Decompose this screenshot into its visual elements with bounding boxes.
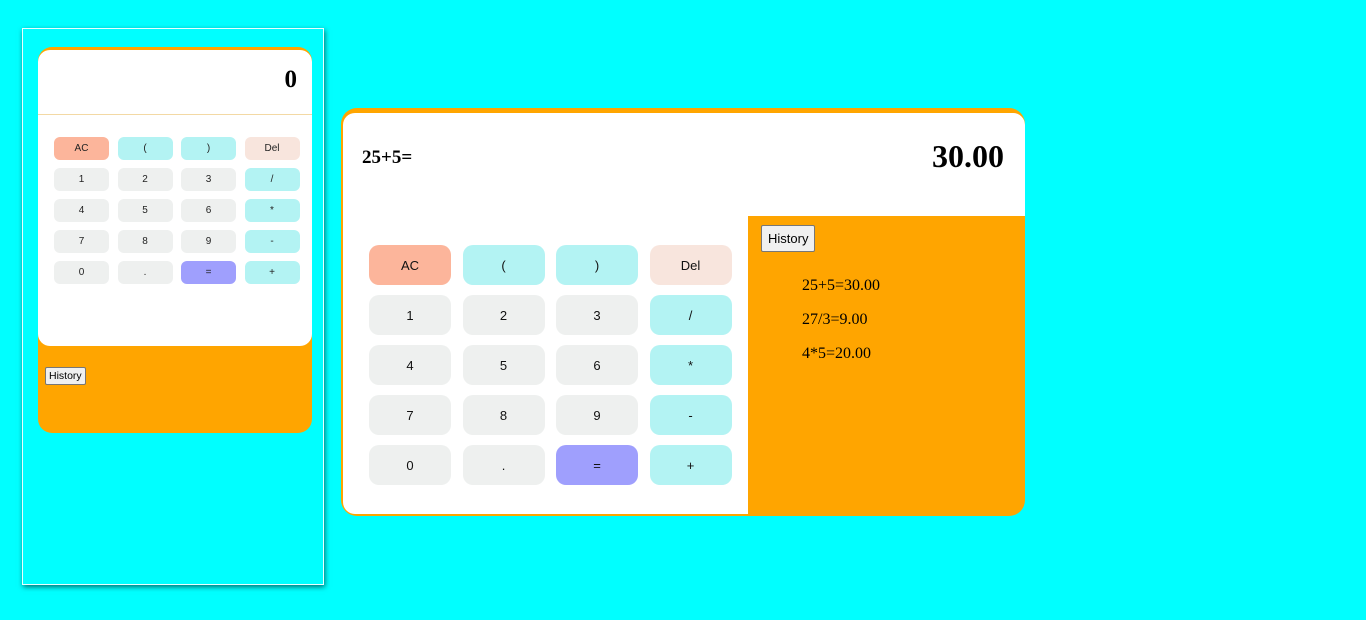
mobile-key-divide[interactable]: /: [244, 168, 300, 191]
mobile-key-1[interactable]: 1: [54, 168, 109, 191]
mobile-key-equals[interactable]: =: [181, 261, 236, 284]
key-open-paren[interactable]: (: [462, 245, 545, 285]
key-ac[interactable]: AC: [369, 245, 451, 285]
key-3[interactable]: 3: [556, 295, 638, 335]
mobile-key-2[interactable]: 2: [117, 168, 173, 191]
mobile-keypad: AC () Del 1 2 3 / 4 5 6 * 7 8 9- 0. = +: [54, 137, 300, 284]
mobile-key-0[interactable]: 0: [54, 261, 109, 284]
calculator: 25+5= 30.00 AC () Del 1 2 3 / 4 5 6 * 7 8 9- 0. = + Hist…: [341, 108, 1025, 516]
key-0[interactable]: 0: [369, 445, 451, 485]
key-7[interactable]: 7: [369, 395, 451, 435]
mobile-key-6[interactable]: 6: [181, 199, 236, 222]
mobile-key-minus[interactable]: -: [244, 230, 300, 253]
keypad: AC () Del 1 2 3 / 4 5 6 * 7 8 9- 0. = +: [343, 215, 748, 514]
key-decimal[interactable]: .: [462, 445, 545, 485]
key-1[interactable]: 1: [369, 295, 451, 335]
key-2[interactable]: 2: [462, 295, 545, 335]
result-display: 30.00: [932, 138, 1004, 174]
mobile-display: 0: [38, 50, 312, 115]
key-5[interactable]: 5: [462, 345, 545, 385]
mobile-key-multiply[interactable]: *: [244, 199, 300, 222]
history-item: 4*5=20.00: [802, 345, 872, 362]
history-item: 27/3=9.00: [802, 311, 868, 328]
mobile-key-open-paren[interactable]: (: [117, 137, 173, 160]
mobile-calculator: 0 AC () Del 1 2 3 / 4 5 6 * 7 8 9- 0. = + History: [38, 47, 312, 433]
mobile-result: 0: [284, 66, 298, 93]
keypad-grid: AC () Del 1 2 3 / 4 5 6 * 7 8 9- 0. = +: [369, 245, 732, 485]
mobile-calculator-body: 0 AC () Del 1 2 3 / 4 5 6 * 7 8 9- 0. = +: [38, 50, 312, 346]
key-plus[interactable]: +: [649, 445, 732, 485]
key-6[interactable]: 6: [556, 345, 638, 385]
mobile-key-decimal[interactable]: .: [117, 261, 173, 284]
mobile-key-close-paren[interactable]: ): [181, 137, 236, 160]
key-del[interactable]: Del: [649, 245, 732, 285]
calculator-display: 25+5= 30.00: [343, 113, 1025, 216]
key-divide[interactable]: /: [649, 295, 732, 335]
mobile-key-9[interactable]: 9: [181, 230, 236, 253]
key-equals[interactable]: =: [556, 445, 638, 485]
key-9[interactable]: 9: [556, 395, 638, 435]
history-list: 25+5=30.00 27/3=9.00 4*5=20.00: [802, 277, 880, 379]
history-button[interactable]: History: [761, 225, 816, 252]
expression-display: 25+5=: [362, 147, 413, 168]
mobile-key-4[interactable]: 4: [54, 199, 109, 222]
key-8[interactable]: 8: [462, 395, 545, 435]
key-4[interactable]: 4: [369, 345, 451, 385]
mobile-key-del[interactable]: Del: [244, 137, 300, 160]
mobile-key-ac[interactable]: AC: [54, 137, 109, 160]
key-minus[interactable]: -: [649, 395, 732, 435]
key-multiply[interactable]: *: [649, 345, 732, 385]
mobile-history-button[interactable]: History: [45, 367, 86, 385]
mobile-key-7[interactable]: 7: [54, 230, 109, 253]
history-panel: History 25+5=30.00 27/3=9.00 4*5=20.00: [749, 215, 1025, 516]
key-close-paren[interactable]: ): [556, 245, 638, 285]
mobile-key-plus[interactable]: +: [244, 261, 300, 284]
mobile-key-3[interactable]: 3: [181, 168, 236, 191]
mobile-key-5[interactable]: 5: [117, 199, 173, 222]
mobile-key-8[interactable]: 8: [117, 230, 173, 253]
mobile-preview: 0 AC () Del 1 2 3 / 4 5 6 * 7 8 9- 0. = + History: [22, 28, 324, 585]
history-item: 25+5=30.00: [802, 277, 881, 294]
